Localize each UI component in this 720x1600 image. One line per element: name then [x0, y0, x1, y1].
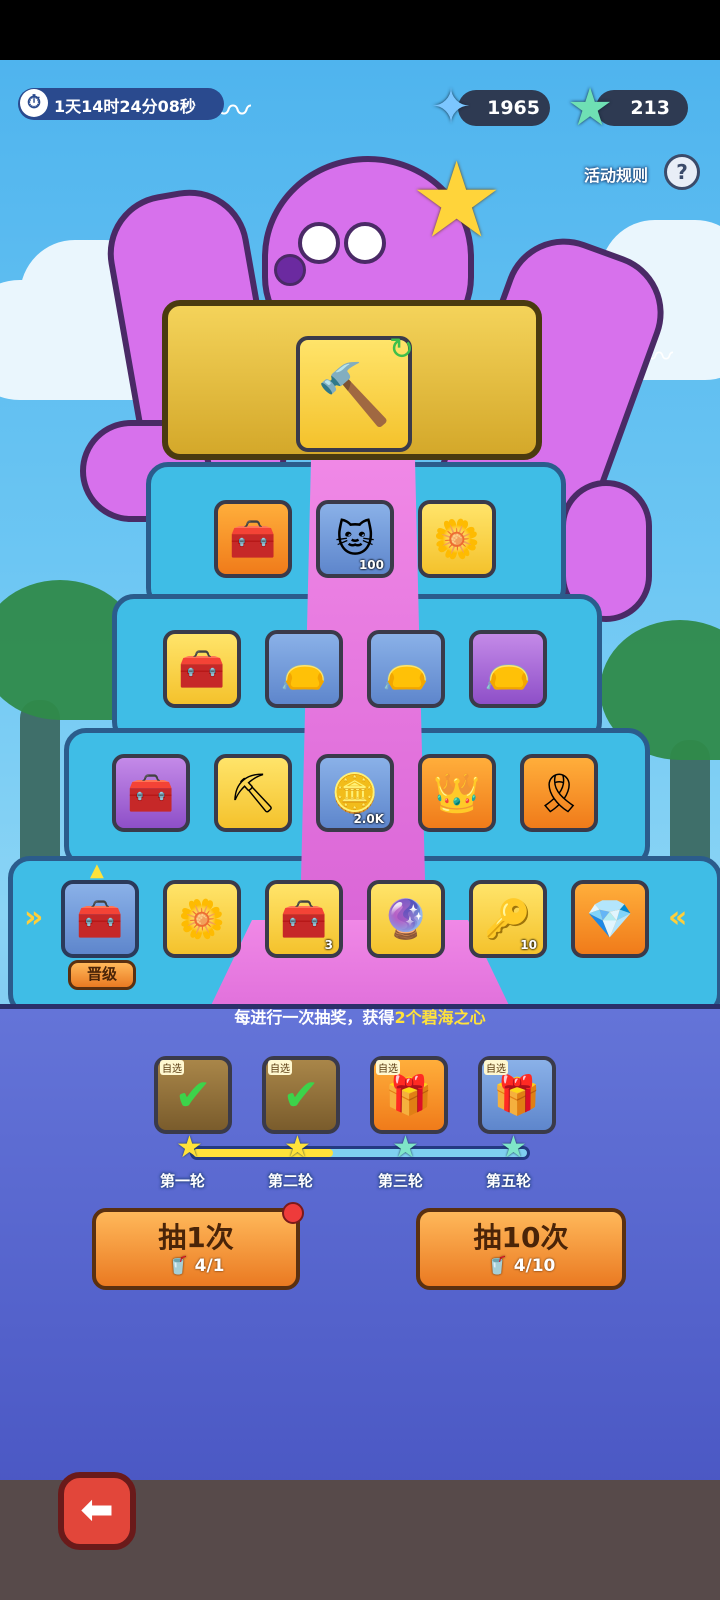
milestone-reward[interactable]: 自选 🎁 — [478, 1056, 556, 1134]
milestone-reward[interactable]: 自选 ✔ — [262, 1056, 340, 1134]
draw-once-label: 抽1次 — [158, 1221, 234, 1254]
check-icon: ✔ — [174, 1069, 212, 1121]
reward-tile[interactable]: 🪙 2.0K — [316, 754, 394, 832]
round-label: 第二轮 — [268, 1172, 314, 1190]
pick-label: 自选 — [160, 1060, 184, 1075]
reward-tile[interactable]: 🔑 10 — [469, 880, 547, 958]
notification-dot — [282, 1202, 304, 1224]
reward-tile[interactable]: 💎 — [571, 880, 649, 958]
purple-orb-icon: 🔮 — [382, 896, 430, 941]
draw-ten-button[interactable]: 抽10次 🥤 4/10 — [416, 1208, 626, 1290]
round-label: 第一轮 — [160, 1172, 206, 1190]
gift-icon: 🎁 — [493, 1072, 541, 1117]
tile-quantity: 10 — [520, 938, 537, 952]
dandelion-icon: 🌼 — [433, 516, 481, 561]
mystery-bag-icon: 👝 — [382, 646, 430, 691]
coin-icon: 🪙 — [331, 770, 379, 815]
reward-tile[interactable]: 🧰 — [214, 500, 292, 578]
question-icon[interactable]: ? — [664, 154, 700, 190]
crown-bag-icon: 👑 — [433, 770, 481, 815]
pick-label: 自选 — [268, 1060, 292, 1075]
chest-icon: 🧰 — [280, 896, 328, 941]
round-label: 第五轮 — [486, 1172, 532, 1190]
status-bar — [0, 0, 720, 60]
octopus-mouth — [274, 254, 306, 286]
green-star-icon: ★ — [566, 78, 614, 138]
drink-icon: 🥤 — [486, 1256, 508, 1276]
draw-once-button[interactable]: 抽1次 🥤 4/1 — [92, 1208, 300, 1290]
draw-once-cost-value: 4/1 — [194, 1256, 225, 1276]
crystal-icon: 💎 — [586, 896, 634, 941]
blue-star-plus-icon[interactable]: ✦ — [424, 80, 478, 134]
refresh-icon[interactable]: ↻ — [389, 332, 414, 367]
gold-ribbon-icon: 🎗 — [534, 770, 584, 815]
reward-tile[interactable]: ⛏ — [214, 754, 292, 832]
rules-label[interactable]: 活动规则 — [584, 162, 648, 186]
drink-icon: 🥤 — [167, 1256, 189, 1276]
draw-once-cost: 🥤 4/1 — [96, 1256, 296, 1276]
tile-quantity: 100 — [358, 558, 384, 572]
check-icon: ✔ — [282, 1069, 320, 1121]
mystery-bag-icon: 👝 — [484, 646, 532, 691]
draw-ten-cost-value: 4/10 — [513, 1256, 556, 1276]
milestone-star-icon: ★ — [176, 1130, 203, 1165]
timer-text: 1天14时24分08秒 — [54, 97, 196, 116]
starfish-icon: ★ — [410, 139, 504, 261]
chest-icon: 🧰 — [178, 646, 226, 691]
chevron-right-icon: » — [24, 900, 44, 935]
draw-info-highlight: 2个碧海之心 — [394, 1008, 486, 1027]
draw-info: 每进行一次抽奖，获得2个碧海之心 — [0, 1004, 720, 1027]
reward-tile[interactable]: 👝 — [367, 630, 445, 708]
mystery-bag-icon: 👝 — [280, 646, 328, 691]
reward-tile[interactable]: 🔮 — [367, 880, 445, 958]
milestone-star-icon: ★ — [500, 1130, 527, 1165]
blue-star-value: 1965 — [487, 97, 540, 119]
grand-prize-slot[interactable]: 🔨 ↻ — [296, 332, 414, 452]
draw-ten-label: 抽10次 — [473, 1221, 569, 1254]
reward-tile[interactable]: 🐱 100 — [316, 500, 394, 578]
reward-tile[interactable]: 🧰 — [112, 754, 190, 832]
reward-tile[interactable]: 👝 — [469, 630, 547, 708]
stopwatch-icon: ⏱ — [20, 89, 48, 117]
chest-icon: 🧰 — [76, 896, 124, 941]
reward-tile[interactable]: 🧰 3 — [265, 880, 343, 958]
up-arrow-icon: ▲ — [90, 860, 104, 881]
golden-hammer-icon: 🔨 — [316, 359, 392, 430]
gift-icon: 🎁 — [385, 1072, 433, 1117]
reward-tile[interactable]: 🎗 — [520, 754, 598, 832]
back-arrow-icon[interactable]: ⬅ — [58, 1472, 136, 1550]
reward-tile[interactable]: 🌼 — [163, 880, 241, 958]
milestone-progress-track — [190, 1146, 530, 1160]
timer-pill: ⏱ 1天14时24分08秒 — [18, 88, 224, 120]
milestone-star-icon: ★ — [284, 1130, 311, 1165]
reward-tile[interactable]: 👑 — [418, 754, 496, 832]
reward-tile[interactable]: 🧰 — [163, 630, 241, 708]
chest-icon: 🧰 — [127, 770, 175, 815]
reward-tile[interactable]: 👝 — [265, 630, 343, 708]
dandelion-icon: 🌼 — [178, 896, 226, 941]
milestone-reward[interactable]: 自选 ✔ — [154, 1056, 232, 1134]
cat-cookie-icon: 🐱 — [335, 517, 375, 561]
draw-info-text: 每进行一次抽奖，获得 — [234, 1008, 395, 1027]
round-label: 第三轮 — [378, 1172, 424, 1190]
pick-label: 自选 — [376, 1060, 400, 1075]
chevron-left-icon: « — [668, 900, 688, 935]
draw-ten-cost: 🥤 4/10 — [420, 1256, 622, 1276]
pick-label: 自选 — [484, 1060, 508, 1075]
milestone-progress-fill — [193, 1149, 334, 1157]
game-scene: 〰 〰 ⏱ 1天14时24分08秒 1965 ✦ 213 ★ 活动规则 ? ★ … — [0, 60, 720, 1480]
milestone-star-icon: ★ — [392, 1130, 419, 1165]
green-star-value: 213 — [630, 97, 670, 119]
reward-tile[interactable]: 🌼 — [418, 500, 496, 578]
milestone-reward[interactable]: 自选 🎁 — [370, 1056, 448, 1134]
tile-quantity: 2.0K — [353, 812, 384, 826]
key-icon: 🔑 — [484, 896, 532, 941]
tile-quantity: 3 — [324, 938, 333, 952]
chest-icon: 🧰 — [229, 516, 277, 561]
pickaxe-icon: ⛏ — [228, 770, 278, 815]
octopus-eye — [344, 222, 386, 264]
reward-tile-current[interactable]: 🧰 — [61, 880, 139, 958]
octopus-eye — [298, 222, 340, 264]
upgrade-button[interactable]: 晋级 — [68, 960, 136, 990]
